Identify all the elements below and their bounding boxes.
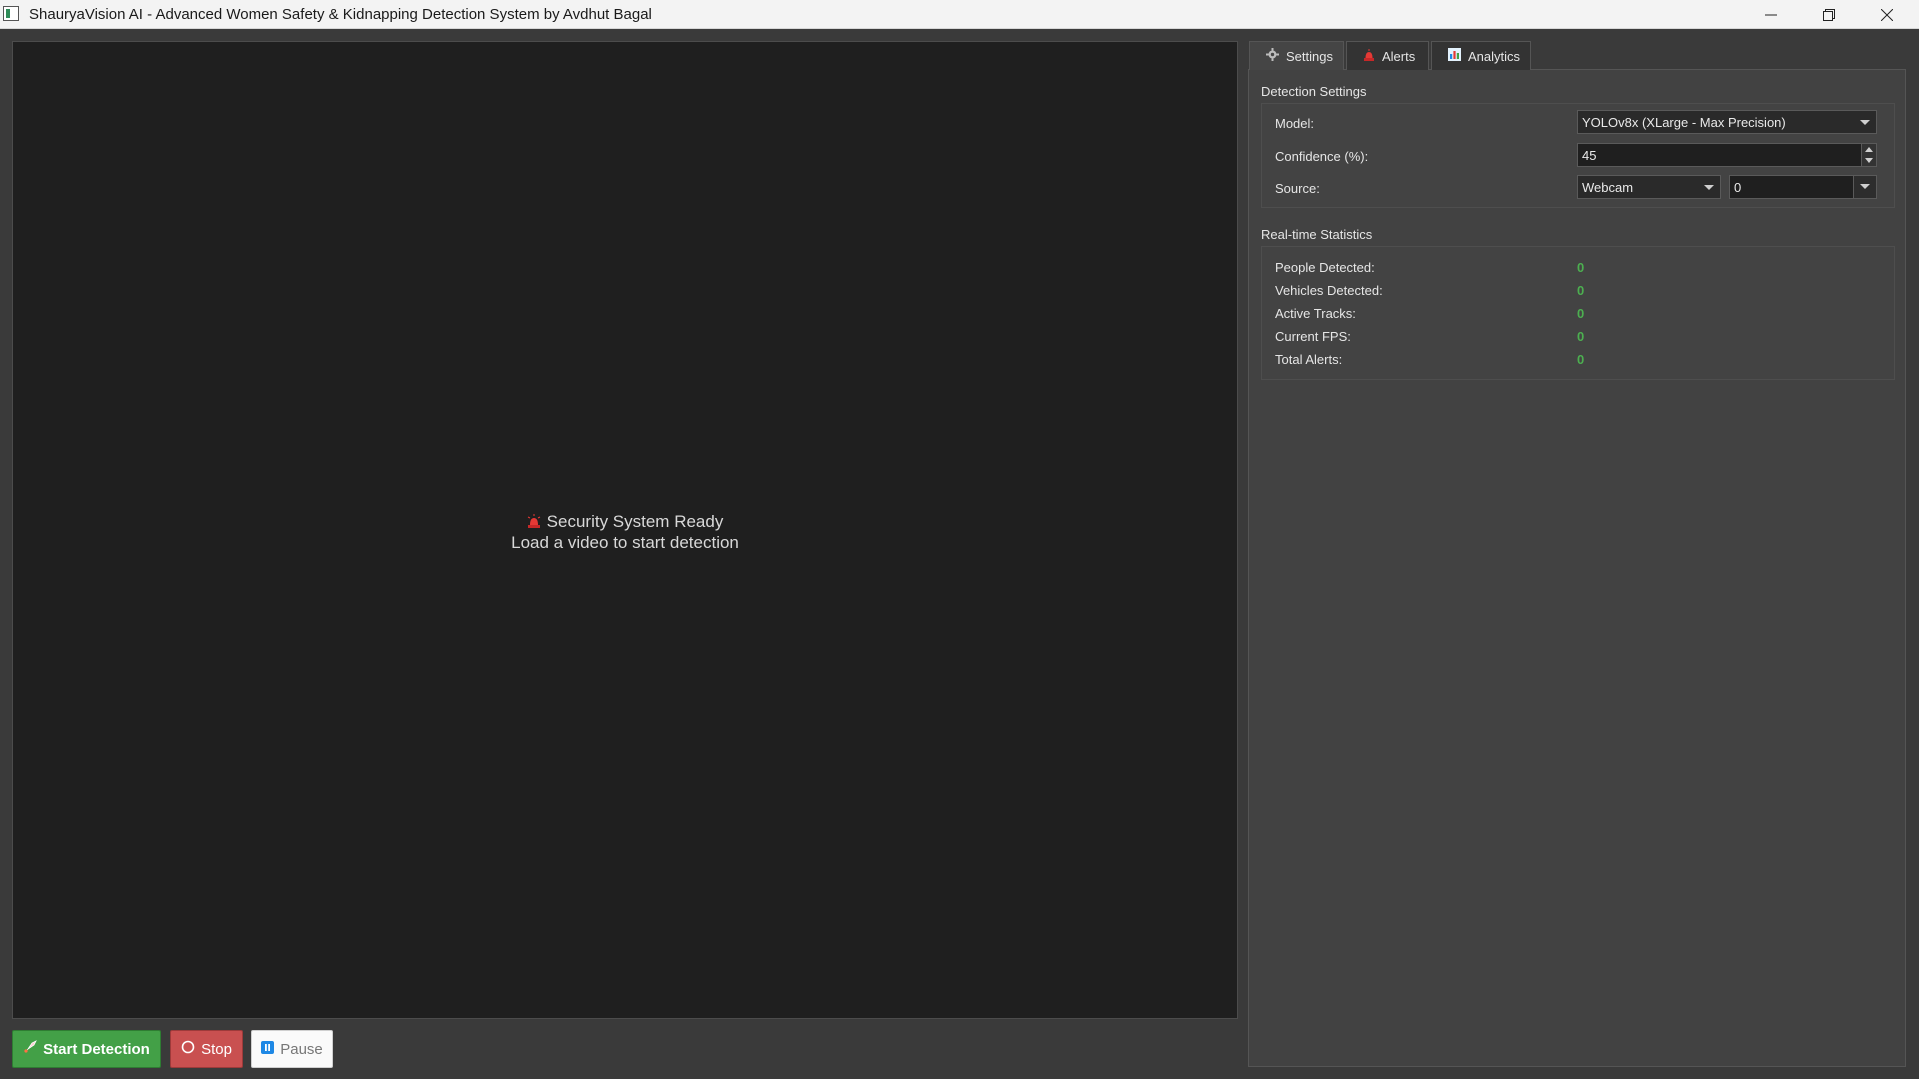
- tab-settings-label: Settings: [1286, 48, 1333, 64]
- gear-icon: [1266, 48, 1279, 64]
- stat-value-fps: 0: [1577, 329, 1585, 344]
- detection-settings-title: Detection Settings: [1261, 84, 1367, 99]
- stat-label-alerts: Total Alerts:: [1275, 352, 1343, 367]
- chevron-down-icon: [1860, 120, 1870, 125]
- pause-icon: [261, 1040, 275, 1058]
- restore-icon: [1823, 8, 1835, 21]
- stat-label-vehicles: Vehicles Detected:: [1275, 283, 1383, 298]
- confidence-label: Confidence (%):: [1275, 149, 1369, 164]
- settings-pane: Detection Settings Model: YOLOv8x (XLarg…: [1248, 69, 1906, 1067]
- stats-group: People Detected: 0 Vehicles Detected: 0 …: [1261, 246, 1895, 380]
- model-select-value: YOLOv8x (XLarge - Max Precision): [1582, 114, 1786, 130]
- title-bar: ShauryaVision AI - Advanced Women Safety…: [0, 0, 1919, 29]
- tab-settings[interactable]: Settings: [1249, 41, 1344, 70]
- source-label: Source:: [1275, 181, 1320, 196]
- status-line-2: Load a video to start detection: [511, 533, 739, 552]
- stat-value-people: 0: [1577, 260, 1585, 275]
- ready-message: Security System Ready Load a video to st…: [13, 511, 1237, 553]
- source-index-value: 0: [1734, 179, 1742, 195]
- stop-label: Stop: [201, 1040, 232, 1058]
- window-title: ShauryaVision AI - Advanced Women Safety…: [29, 6, 652, 23]
- close-button[interactable]: [1858, 0, 1916, 29]
- detection-settings-group: Model: YOLOv8x (XLarge - Max Precision) …: [1261, 103, 1895, 208]
- pause-button[interactable]: Pause: [251, 1030, 333, 1068]
- stat-value-alerts: 0: [1577, 352, 1585, 367]
- start-detection-button[interactable]: Start Detection: [12, 1030, 161, 1068]
- confidence-spinbox[interactable]: 45: [1577, 143, 1877, 167]
- restore-button[interactable]: [1800, 0, 1858, 29]
- source-select[interactable]: Webcam: [1577, 175, 1721, 199]
- siren-icon: [527, 512, 541, 528]
- stat-label-people: People Detected:: [1275, 260, 1375, 275]
- siren-icon: [1363, 48, 1375, 64]
- tab-alerts[interactable]: Alerts: [1346, 41, 1429, 70]
- model-select[interactable]: YOLOv8x (XLarge - Max Precision): [1577, 110, 1877, 134]
- stat-value-vehicles: 0: [1577, 283, 1585, 298]
- stat-value-tracks: 0: [1577, 306, 1585, 321]
- stop-button[interactable]: Stop: [170, 1030, 243, 1068]
- bar-chart-icon: [1448, 48, 1461, 64]
- stop-circle-icon: [181, 1040, 195, 1058]
- minimize-icon: [1765, 14, 1777, 15]
- close-icon: [1881, 8, 1893, 21]
- status-line-1: Security System Ready: [546, 512, 724, 531]
- spin-buttons[interactable]: [1861, 144, 1876, 166]
- stats-title: Real-time Statistics: [1261, 227, 1373, 242]
- model-label: Model:: [1275, 116, 1315, 131]
- start-detection-label: Start Detection: [43, 1040, 150, 1058]
- tab-alerts-label: Alerts: [1382, 48, 1416, 64]
- confidence-value: 45: [1582, 147, 1597, 163]
- app-icon: [3, 6, 19, 21]
- chevron-down-icon: [1704, 185, 1714, 190]
- rocket-icon: [23, 1040, 38, 1058]
- tab-analytics[interactable]: Analytics: [1431, 41, 1531, 70]
- minimize-button[interactable]: [1742, 0, 1800, 29]
- source-index-combo[interactable]: 0: [1729, 175, 1877, 199]
- source-select-value: Webcam: [1582, 179, 1634, 195]
- tab-analytics-label: Analytics: [1468, 48, 1521, 64]
- chevron-down-icon[interactable]: [1853, 176, 1876, 198]
- stat-label-fps: Current FPS:: [1275, 329, 1351, 344]
- spin-up-icon[interactable]: [1865, 147, 1873, 152]
- video-display: Security System Ready Load a video to st…: [12, 41, 1238, 1019]
- stat-label-tracks: Active Tracks:: [1275, 306, 1356, 321]
- pause-label: Pause: [280, 1040, 323, 1058]
- spin-down-icon[interactable]: [1865, 158, 1873, 163]
